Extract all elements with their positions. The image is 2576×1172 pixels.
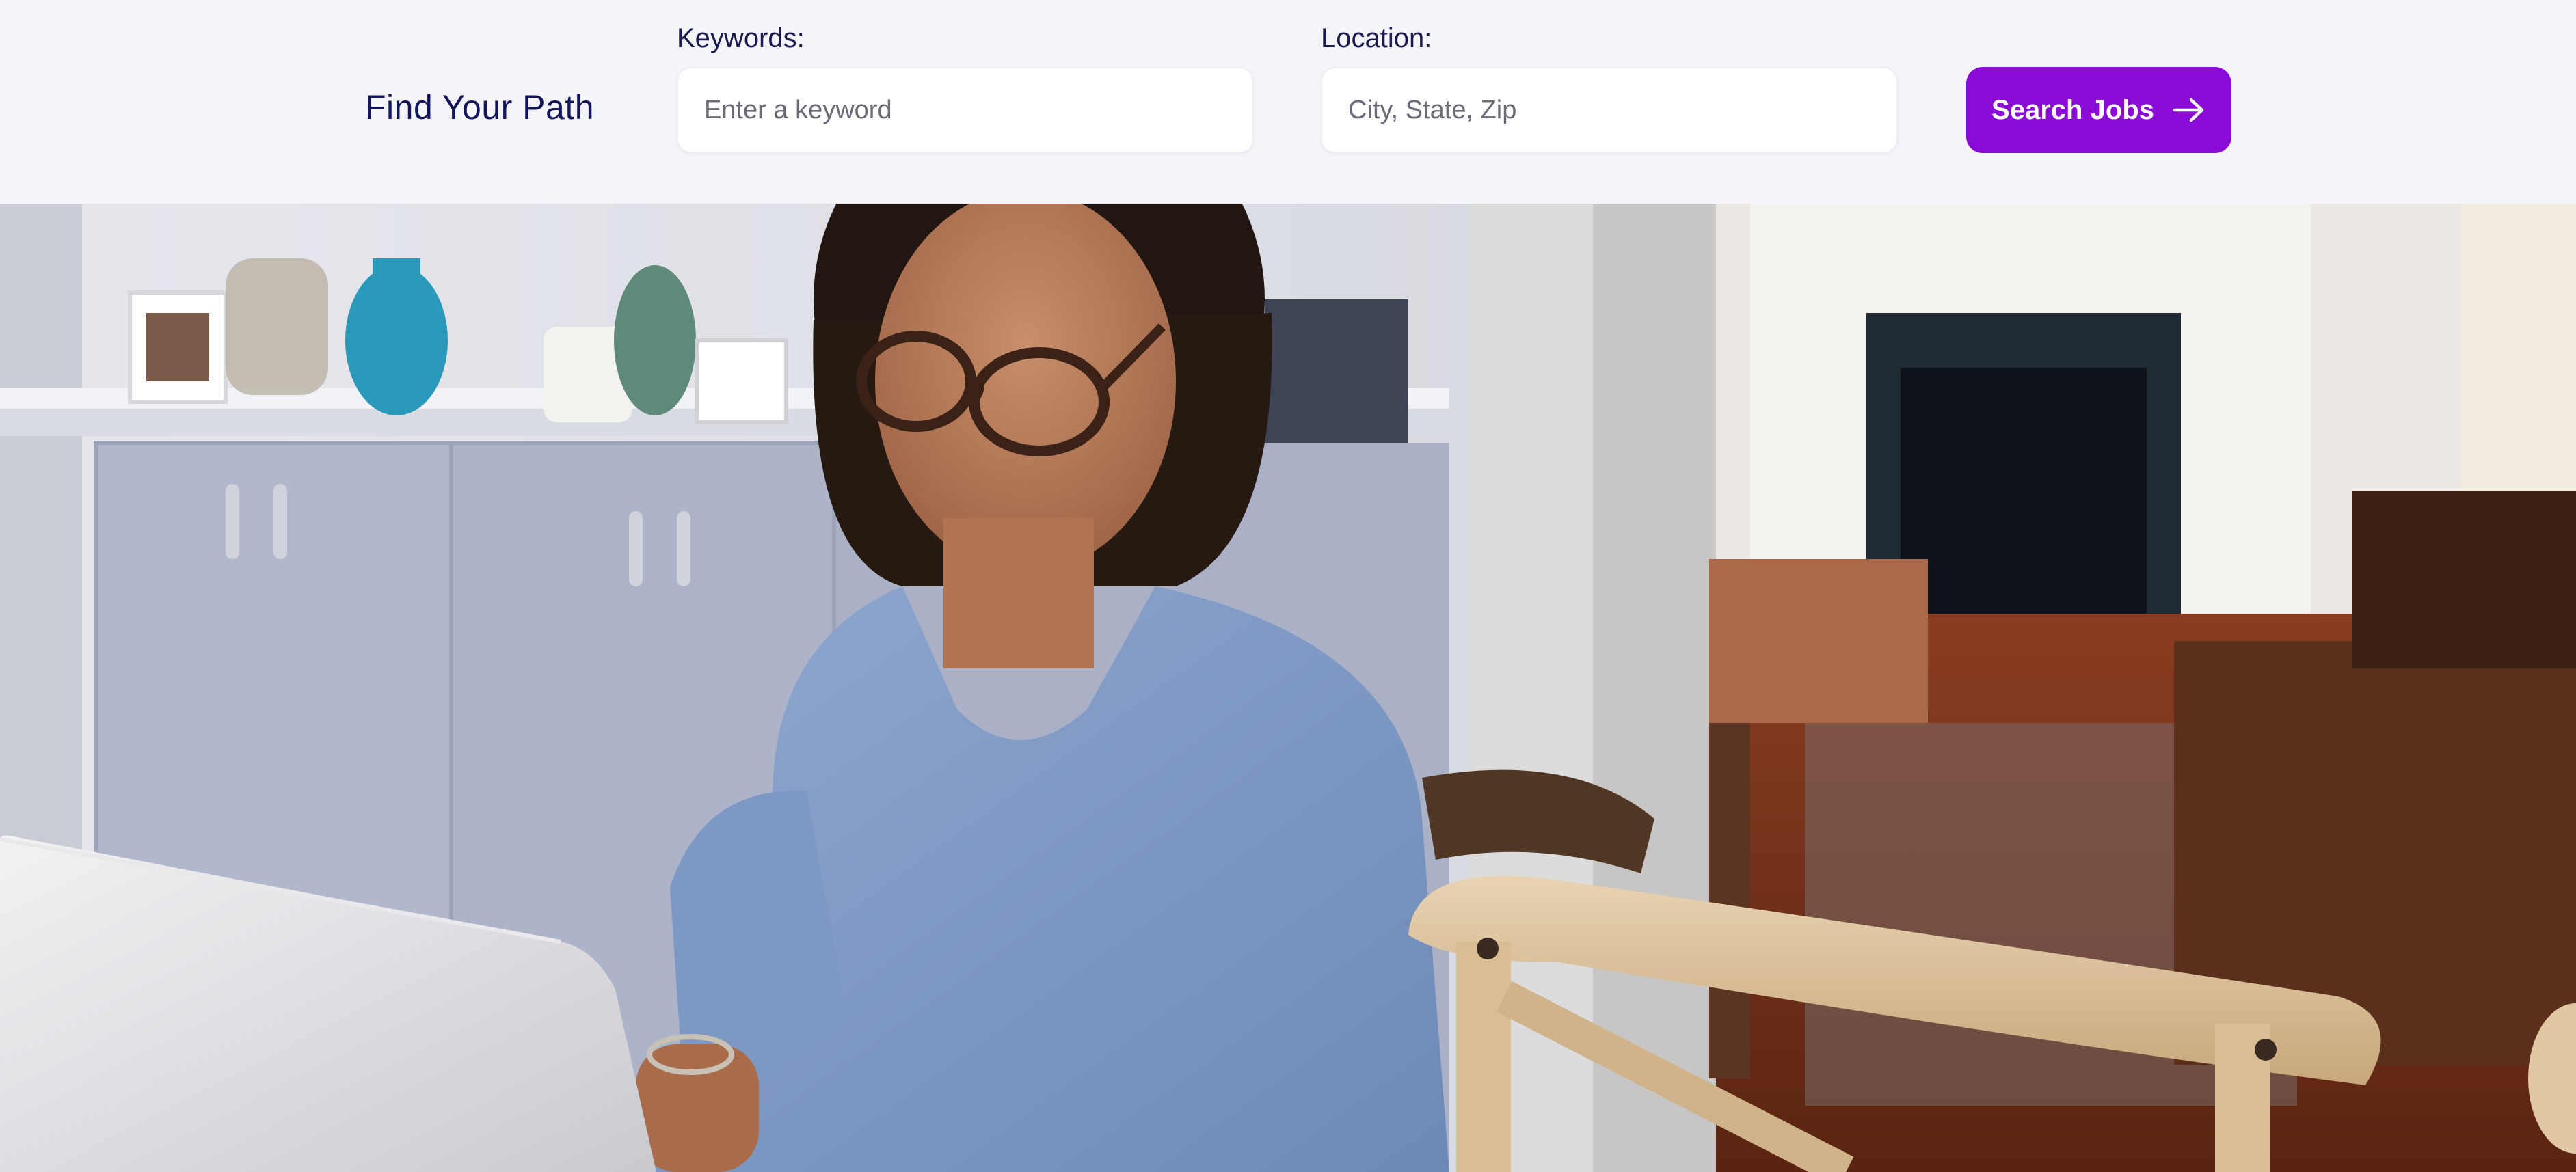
find-your-path-heading: Find Your Path — [365, 88, 595, 126]
search-jobs-label: Search Jobs — [1991, 94, 2154, 125]
hero-photo — [0, 204, 2576, 1172]
search-jobs-button[interactable]: Search Jobs — [1966, 67, 2231, 153]
keywords-field[interactable] — [677, 67, 1254, 153]
arrow-right-icon — [2173, 98, 2204, 122]
woman-working-on-laptop-image — [0, 204, 2576, 1172]
keywords-input[interactable] — [678, 68, 1252, 152]
location-field[interactable] — [1321, 67, 1898, 153]
location-input[interactable] — [1322, 68, 1896, 152]
keywords-label: Keywords: — [677, 23, 805, 53]
location-label: Location: — [1321, 23, 1432, 53]
job-search-bar: Find Your Path Keywords: Location: Searc… — [0, 0, 2576, 204]
